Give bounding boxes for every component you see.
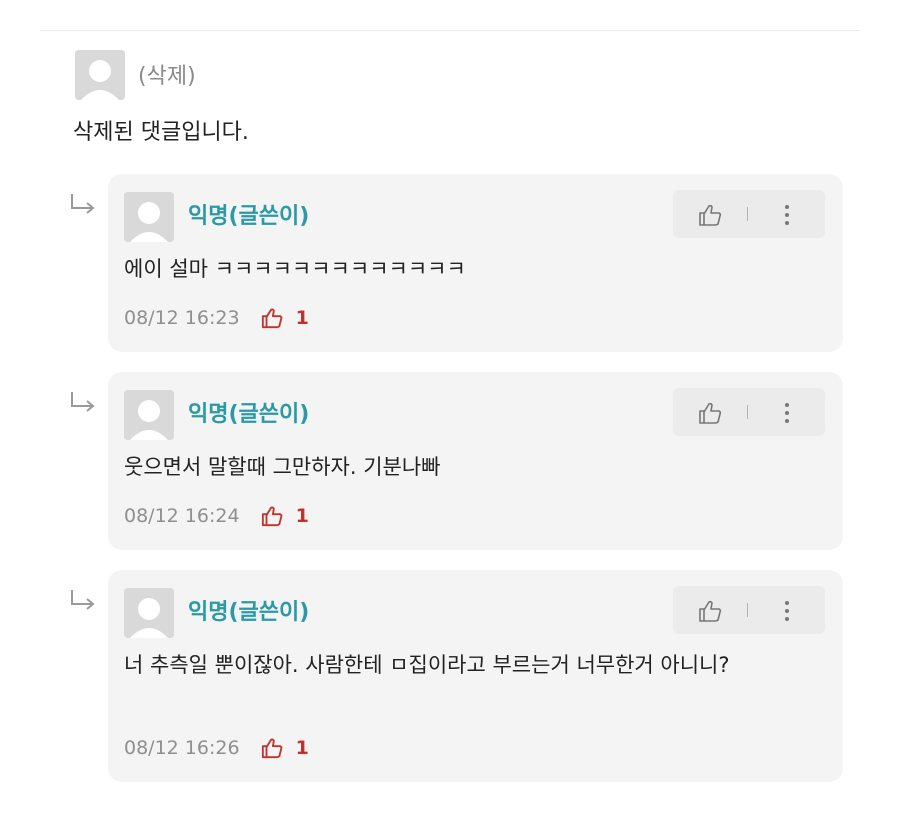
like-count: 1 bbox=[295, 736, 309, 759]
reply-card: 익명(글쓴이) 웃으면서 말할때 그만하자. 기분나빠 08/12 16:24 … bbox=[108, 372, 843, 550]
deleted-comment-body: 삭제된 댓글입니다. bbox=[73, 120, 249, 145]
comment-actions bbox=[673, 586, 825, 634]
reply-arrow-icon bbox=[71, 194, 95, 214]
timestamp: 08/12 16:24 bbox=[124, 504, 240, 527]
reply-arrow-icon bbox=[71, 590, 95, 610]
avatar bbox=[75, 50, 125, 100]
more-vertical-icon[interactable] bbox=[777, 202, 797, 228]
more-vertical-icon[interactable] bbox=[777, 400, 797, 426]
author-name[interactable]: 익명(글쓴이) bbox=[188, 198, 309, 230]
reply-card: 익명(글쓴이) 너 추측일 뿐이잖아. 사람한테 ㅁ집이라고 부르는거 너무한거… bbox=[108, 570, 843, 782]
comment-text: 에이 설마 ㅋㅋㅋㅋㅋㅋㅋㅋㅋㅋㅋㅋㅋ bbox=[124, 257, 466, 281]
comment-actions bbox=[673, 190, 825, 238]
more-vertical-icon[interactable] bbox=[777, 598, 797, 624]
author-name[interactable]: 익명(글쓴이) bbox=[188, 594, 309, 626]
timestamp: 08/12 16:23 bbox=[124, 306, 240, 329]
author-name[interactable]: 익명(글쓴이) bbox=[188, 396, 309, 428]
comment-meta: 08/12 16:23 1 bbox=[124, 306, 309, 329]
thumbs-up-icon[interactable] bbox=[260, 505, 284, 527]
thumbs-up-icon[interactable] bbox=[697, 401, 723, 425]
thumbs-up-icon[interactable] bbox=[697, 203, 723, 227]
comment-text: 너 추측일 뿐이잖아. 사람한테 ㅁ집이라고 부르는거 너무한거 아니니? bbox=[124, 653, 730, 677]
thumbs-up-icon[interactable] bbox=[260, 737, 284, 759]
avatar bbox=[124, 192, 174, 242]
reply-arrow-icon bbox=[71, 392, 95, 412]
comment-actions bbox=[673, 388, 825, 436]
deleted-comment-name: (삭제) bbox=[138, 64, 196, 89]
comment-text: 웃으면서 말할때 그만하자. 기분나빠 bbox=[124, 455, 441, 479]
comment-meta: 08/12 16:26 1 bbox=[124, 736, 309, 759]
thumbs-up-icon[interactable] bbox=[697, 599, 723, 623]
top-divider bbox=[40, 30, 860, 31]
action-divider bbox=[747, 207, 748, 221]
avatar bbox=[124, 588, 174, 638]
reply-card: 익명(글쓴이) 에이 설마 ㅋㅋㅋㅋㅋㅋㅋㅋㅋㅋㅋㅋㅋ 08/12 16:23 … bbox=[108, 174, 843, 352]
timestamp: 08/12 16:26 bbox=[124, 736, 240, 759]
like-count: 1 bbox=[295, 504, 309, 527]
like-count: 1 bbox=[295, 306, 309, 329]
comment-meta: 08/12 16:24 1 bbox=[124, 504, 309, 527]
action-divider bbox=[747, 603, 748, 617]
thumbs-up-icon[interactable] bbox=[260, 307, 284, 329]
action-divider bbox=[747, 405, 748, 419]
avatar bbox=[124, 390, 174, 440]
